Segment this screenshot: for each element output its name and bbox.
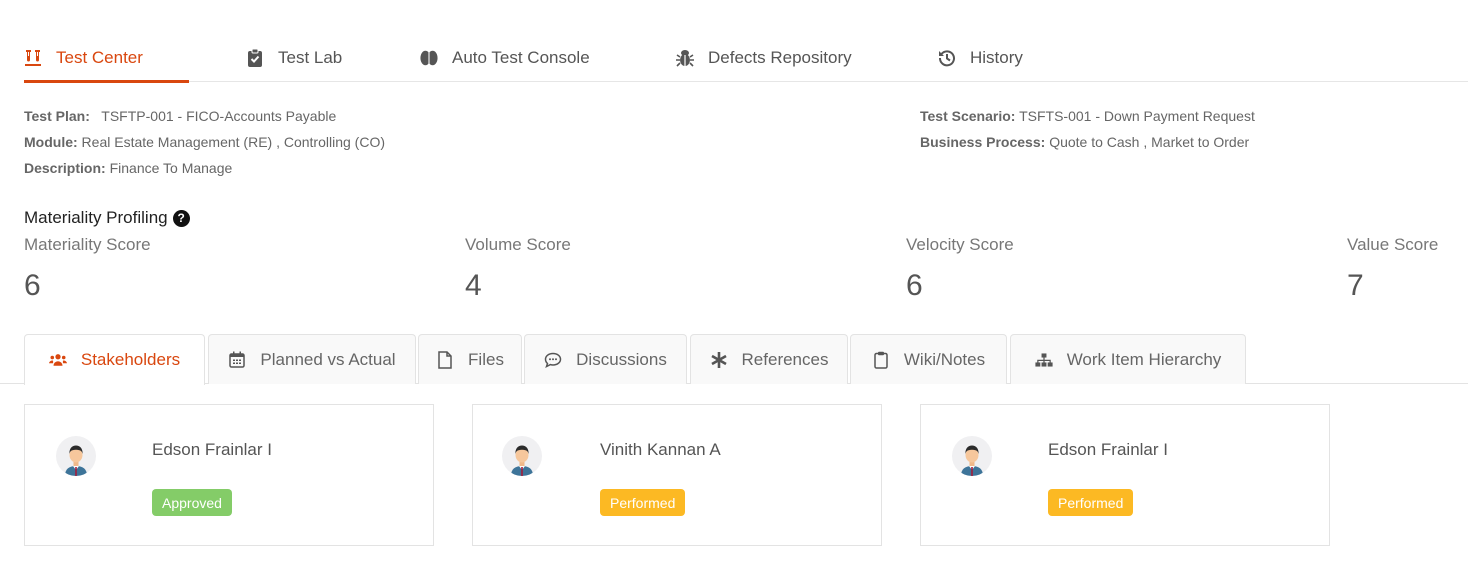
nav-item-history[interactable]: History: [938, 34, 1023, 81]
test-scenario-info: Test Scenario: TSFTS-001 - Down Payment …: [920, 103, 1255, 155]
test-plan-value: TSFTP-001 - FICO-Accounts Payable: [101, 108, 337, 124]
avatar: [56, 436, 96, 476]
tab-planned-vs-actual[interactable]: Planned vs Actual: [208, 334, 416, 384]
tab-stakeholders[interactable]: Stakeholders: [24, 334, 205, 385]
nav-item-defects-repository[interactable]: Defects Repository: [676, 34, 852, 81]
tab-discussions[interactable]: Discussions: [524, 334, 687, 384]
bug-icon: [676, 49, 694, 67]
tab-label: References: [741, 349, 829, 369]
test-plan-label: Test Plan:: [24, 108, 90, 124]
description-row: Description: Finance To Manage: [24, 155, 385, 181]
history-icon: [938, 49, 956, 67]
score-label: Value Score: [1347, 235, 1439, 254]
status-badge: Performed: [1048, 489, 1134, 516]
materiality-profiling-title: Materiality Profiling ?: [24, 208, 190, 228]
clipboard-icon: [872, 351, 890, 369]
stakeholder-name: Edson Frainlar I: [1048, 440, 1168, 459]
business-process-value: Quote to Cash , Market to Order: [1049, 134, 1250, 150]
tab-work-item-hierarchy[interactable]: Work Item Hierarchy: [1010, 334, 1246, 384]
detail-tabs: Stakeholders Planned vs Actual Files Dis…: [0, 334, 1468, 385]
velocity-score: Velocity Score 6: [906, 235, 1014, 303]
nav-item-test-lab[interactable]: Test Lab: [246, 34, 342, 81]
avatar: [502, 436, 542, 476]
test-scenario-label: Test Scenario:: [920, 108, 1016, 124]
materiality-score: Materiality Score 6: [24, 235, 151, 303]
users-icon: [48, 351, 67, 369]
tab-wiki-notes[interactable]: Wiki/Notes: [850, 334, 1007, 384]
nav-item-test-center[interactable]: Test Center: [24, 34, 189, 83]
tab-label: Stakeholders: [80, 350, 181, 369]
nav-label: Test Lab: [278, 47, 343, 67]
top-navigation: Test Center Test Lab Auto Test Console D…: [24, 34, 1468, 83]
test-tubes-icon: [24, 49, 42, 67]
score-value: 6: [906, 269, 923, 302]
module-label: Module:: [24, 134, 78, 150]
stakeholder-name: Vinith Kannan A: [600, 440, 721, 459]
nav-label: Auto Test Console: [452, 47, 590, 67]
asterisk-icon: [710, 351, 728, 369]
score-value: 7: [1347, 269, 1364, 302]
status-badge: Performed: [600, 489, 686, 516]
brain-icon: [420, 49, 438, 67]
clipboard-check-icon: [246, 48, 264, 67]
score-label: Materiality Score: [24, 235, 151, 254]
status-badge: Approved: [152, 489, 232, 516]
module-value: Real Estate Management (RE) , Controllin…: [81, 134, 385, 150]
volume-score: Volume Score 4: [465, 235, 571, 303]
tab-label: Wiki/Notes: [903, 349, 986, 369]
nav-label: History: [970, 47, 1023, 67]
nav-label: Defects Repository: [708, 47, 852, 67]
test-plan-info: Test Plan: TSFTP-001 - FICO-Accounts Pay…: [24, 103, 385, 181]
score-label: Velocity Score: [906, 235, 1014, 254]
business-process-row: Business Process: Quote to Cash , Market…: [920, 129, 1255, 155]
tab-label: Work Item Hierarchy: [1066, 349, 1222, 369]
tab-label: Planned vs Actual: [260, 349, 396, 369]
business-process-label: Business Process:: [920, 134, 1046, 150]
comment-icon: [544, 351, 562, 369]
description-label: Description:: [24, 160, 106, 176]
test-scenario-value: TSFTS-001 - Down Payment Request: [1019, 108, 1255, 124]
nav-label: Test Center: [56, 47, 143, 67]
materiality-title-text: Materiality Profiling: [24, 208, 168, 227]
stakeholder-name: Edson Frainlar I: [152, 440, 272, 459]
calendar-icon: [228, 351, 246, 369]
test-scenario-row: Test Scenario: TSFTS-001 - Down Payment …: [920, 103, 1255, 129]
score-value: 6: [24, 269, 41, 302]
module-row: Module: Real Estate Management (RE) , Co…: [24, 129, 385, 155]
score-value: 4: [465, 269, 482, 302]
test-plan-row: Test Plan: TSFTP-001 - FICO-Accounts Pay…: [24, 103, 385, 129]
nav-item-auto-test-console[interactable]: Auto Test Console: [420, 34, 590, 81]
help-icon[interactable]: ?: [172, 209, 190, 227]
description-value: Finance To Manage: [109, 160, 233, 176]
tab-label: Discussions: [576, 349, 667, 369]
tab-references[interactable]: References: [690, 334, 848, 384]
stakeholder-card: Edson Frainlar I Approved: [24, 404, 434, 546]
sitemap-icon: [1035, 351, 1053, 369]
score-label: Volume Score: [465, 235, 571, 254]
file-icon: [436, 350, 454, 369]
stakeholder-card: Vinith Kannan A Performed: [472, 404, 882, 546]
avatar: [952, 436, 992, 476]
tab-label: Files: [468, 349, 504, 369]
value-score: Value Score 7: [1347, 235, 1438, 303]
tab-files[interactable]: Files: [418, 334, 522, 384]
stakeholder-card: Edson Frainlar I Performed: [920, 404, 1330, 546]
